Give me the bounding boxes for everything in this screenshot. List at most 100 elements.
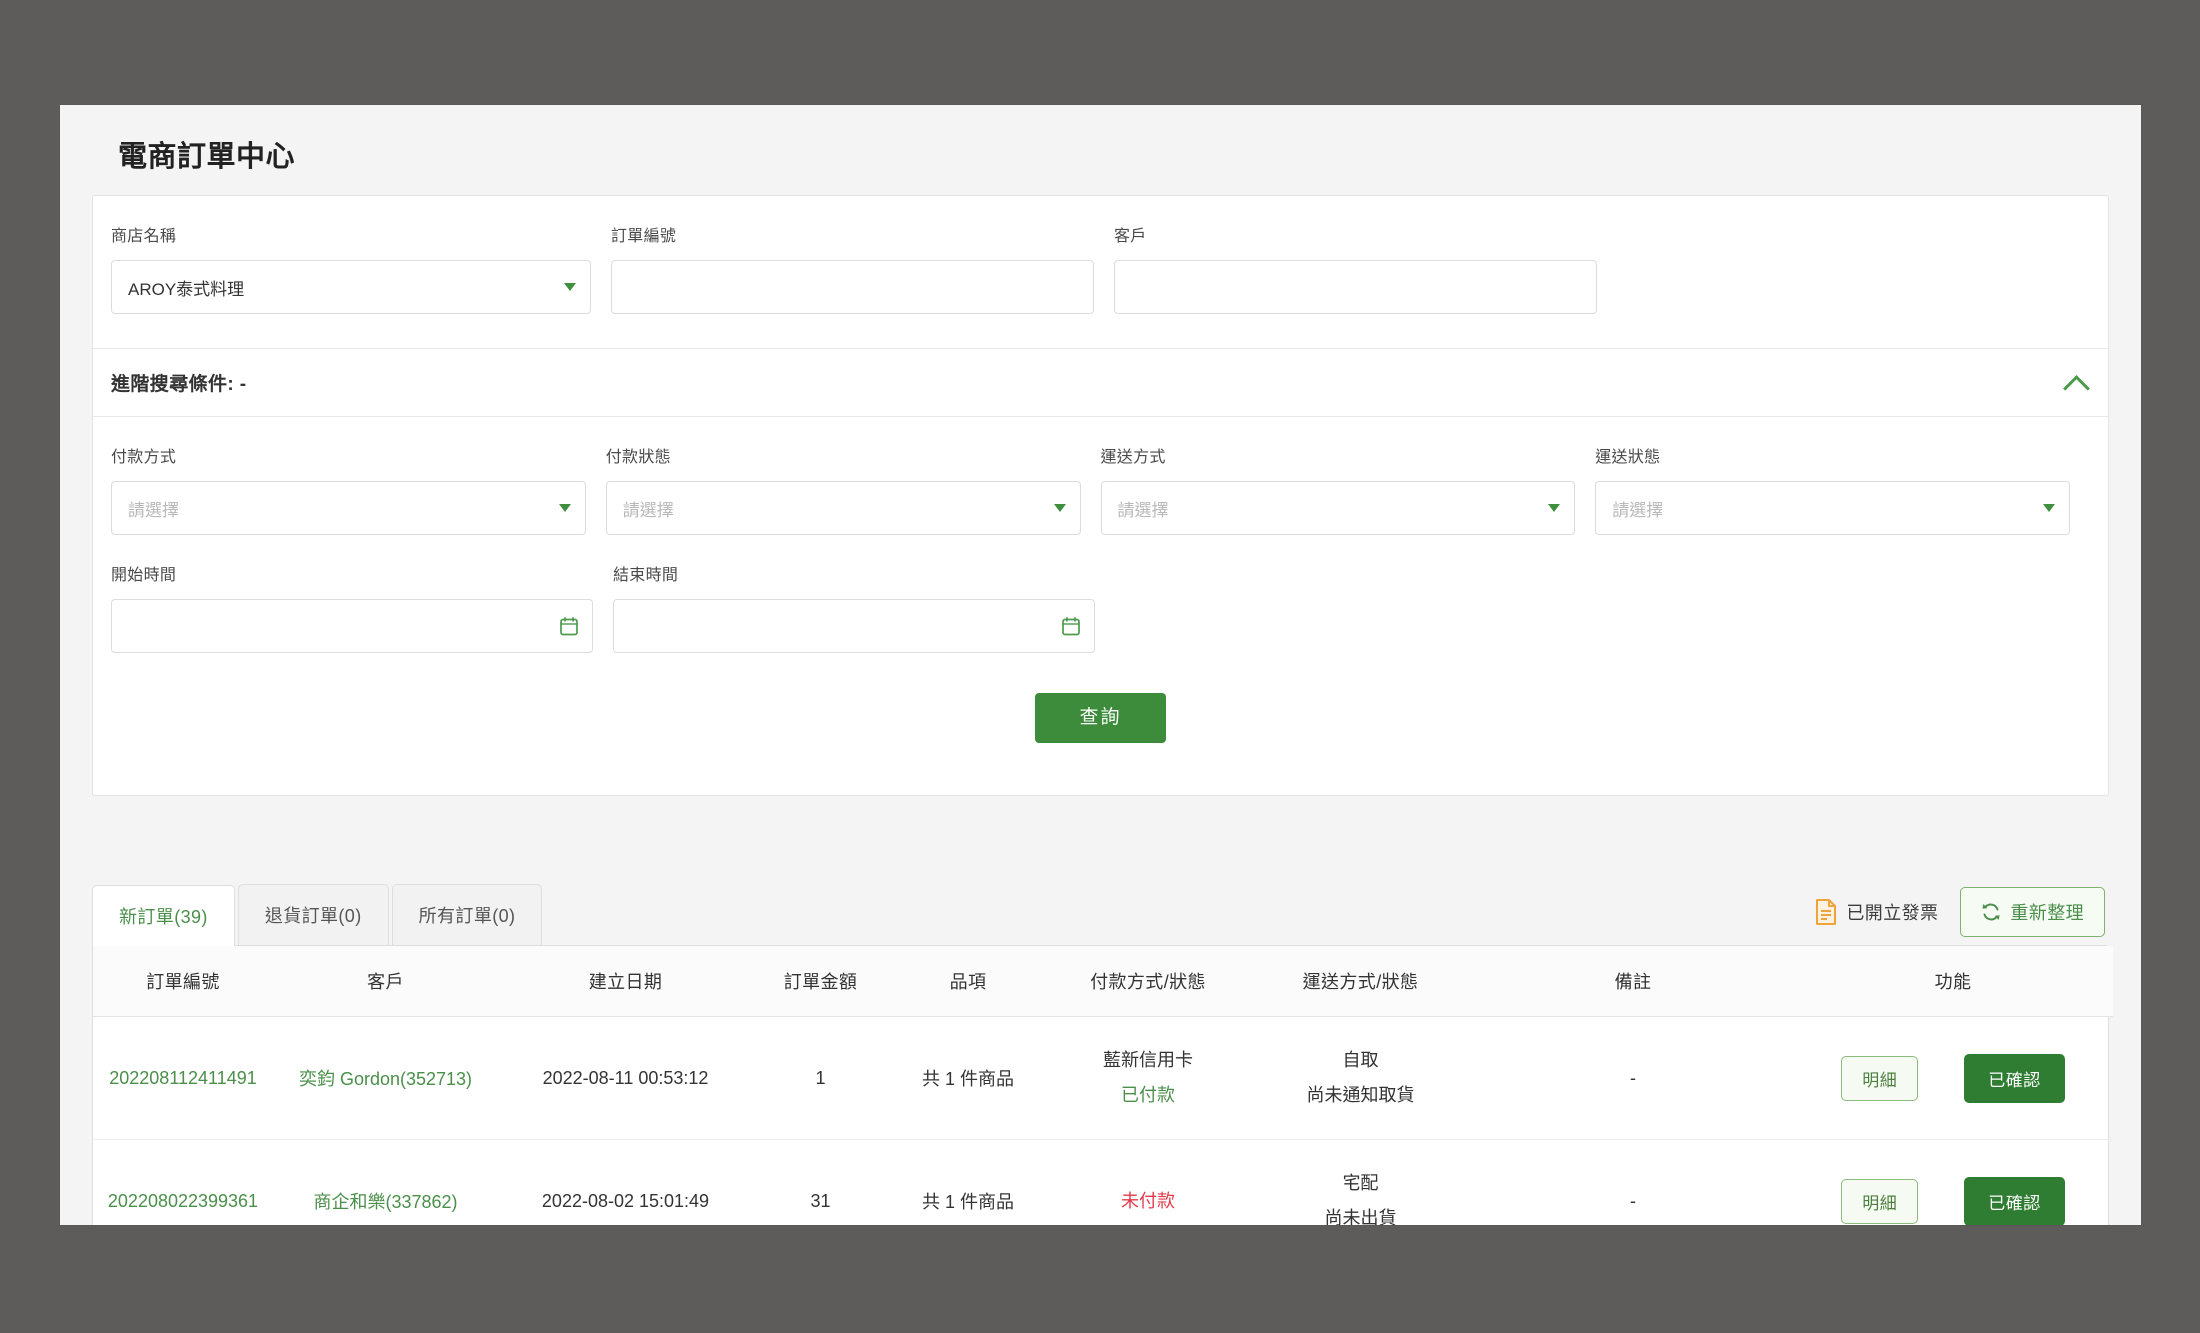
- advanced-search-body: 付款方式 請選擇 付款狀態 請選擇 運送方式 請選擇 運送狀態 請選擇 開始時間…: [93, 416, 2108, 795]
- field-end-time: 結束時間: [613, 561, 1095, 653]
- chevron-down-icon: [564, 283, 576, 291]
- cell-shipping: 宅配 尚未出貨: [1248, 1139, 1473, 1225]
- orders-tabs: 新訂單(39) 退貨訂單(0) 所有訂單(0): [92, 884, 545, 946]
- chevron-up-icon[interactable]: [2064, 370, 2090, 396]
- field-label-shipping-method: 運送方式: [1100, 449, 1166, 466]
- calendar-icon[interactable]: [1062, 617, 1080, 636]
- cell-payment: 未付款: [1048, 1139, 1248, 1225]
- shipping-method: 自取: [1342, 1050, 1379, 1070]
- cell-created-date: 2022-08-11 00:53:12: [498, 1016, 753, 1141]
- calendar-icon[interactable]: [560, 617, 578, 636]
- cell-order-no: 202208112411491: [93, 1016, 273, 1141]
- field-label-customer: 客戶: [1114, 228, 1147, 245]
- detail-button[interactable]: 明細: [1841, 1178, 1919, 1224]
- shipping-method-select[interactable]: 請選擇: [1100, 481, 1576, 535]
- field-label-payment-status: 付款狀態: [605, 449, 671, 466]
- start-time-input[interactable]: [111, 599, 593, 653]
- customer-input[interactable]: [1114, 260, 1597, 314]
- col-order-no: 訂單編號: [93, 946, 273, 1017]
- field-label-order-no: 訂單編號: [611, 228, 677, 245]
- chevron-down-icon: [1548, 504, 1561, 512]
- order-no-link[interactable]: 202208022399361: [108, 1191, 258, 1211]
- cell-shipping: 自取 尚未通知取貨: [1248, 1016, 1473, 1141]
- col-note: 備註: [1473, 946, 1793, 1017]
- field-order-no: 訂單編號: [611, 222, 1094, 314]
- col-customer: 客戶: [273, 946, 498, 1017]
- cell-note: -: [1473, 1139, 1793, 1225]
- orders-toolbar: 已開立發票 重新整理: [1815, 887, 2105, 945]
- field-store-name: 商店名稱 AROY泰式料理: [111, 222, 591, 314]
- col-amount: 訂單金額: [753, 946, 888, 1017]
- cell-customer: 商企和樂(337862): [273, 1139, 498, 1225]
- tab-new-orders[interactable]: 新訂單(39): [92, 885, 235, 946]
- shipping-status: 尚未出貨: [1324, 1208, 1397, 1225]
- field-payment-method: 付款方式 請選擇: [111, 443, 586, 535]
- table-row: 202208112411491 奕鈞 Gordon(352713) 2022-0…: [93, 1016, 2113, 1141]
- payment-method: 藍新信用卡: [1103, 1050, 1193, 1070]
- table-row: 202208022399361 商企和樂(337862) 2022-08-02 …: [93, 1139, 2113, 1225]
- cell-actions: 明細 已確認: [1793, 1139, 2113, 1225]
- detail-button[interactable]: 明細: [1841, 1055, 1919, 1101]
- cell-note: -: [1473, 1016, 1793, 1141]
- chevron-down-icon: [558, 504, 571, 512]
- store-name-value: AROY泰式料理: [128, 279, 245, 299]
- orders-table-head: 訂單編號 客戶 建立日期 訂單金額 品項 付款方式/狀態 運送方式/狀態 備註 …: [93, 946, 2113, 1017]
- field-label-start-time: 開始時間: [111, 567, 177, 584]
- field-customer: 客戶: [1114, 222, 1597, 314]
- payment-status: 未付款: [1121, 1190, 1175, 1211]
- refresh-button[interactable]: 重新整理: [1960, 887, 2105, 937]
- payment-method-placeholder: 請選擇: [128, 500, 179, 520]
- field-label-end-time: 結束時間: [613, 567, 679, 584]
- cell-items: 共 1 件商品: [888, 1139, 1048, 1225]
- tab-return-orders[interactable]: 退貨訂單(0): [237, 884, 389, 945]
- order-no-link[interactable]: 202208112411491: [109, 1068, 257, 1088]
- shipping-method: 宅配: [1342, 1173, 1379, 1194]
- field-shipping-method: 運送方式 請選擇: [1100, 443, 1576, 535]
- tab-all-orders[interactable]: 所有訂單(0): [391, 884, 543, 945]
- payment-status-placeholder: 請選擇: [622, 500, 674, 520]
- field-shipping-status: 運送狀態 請選擇: [1595, 443, 2070, 535]
- cell-created-date: 2022-08-02 15:01:49: [498, 1139, 753, 1225]
- col-actions: 功能: [1793, 946, 2113, 1017]
- customer-link[interactable]: 商企和樂(337862): [313, 1192, 457, 1212]
- advanced-search-title: 進階搜尋條件: -: [111, 374, 247, 395]
- col-payment: 付款方式/狀態: [1048, 946, 1248, 1017]
- desktop-background: 電商訂單中心 商店名稱 AROY泰式料理 訂單編號 客戶 進階搜尋條件: - 付…: [0, 0, 2200, 1333]
- date-filters-row: 開始時間 結束時間: [111, 561, 2090, 653]
- orders-tabs-row: 新訂單(39) 退貨訂單(0) 所有訂單(0) 已開立發票 重新整理: [92, 884, 2109, 946]
- shipping-status: 尚未通知取貨: [1306, 1085, 1415, 1106]
- customer-link[interactable]: 奕鈞 Gordon(352713): [299, 1069, 472, 1089]
- cell-order-no: 202208022399361: [93, 1139, 273, 1225]
- issued-invoice-link[interactable]: 已開立發票: [1815, 899, 1938, 925]
- field-start-time: 開始時間: [111, 561, 593, 653]
- cell-amount: 31: [753, 1139, 888, 1225]
- invoice-document-icon: [1816, 899, 1837, 925]
- confirm-button[interactable]: 已確認: [1964, 1053, 2065, 1103]
- issued-invoice-label: 已開立發票: [1846, 903, 1939, 923]
- cell-customer: 奕鈞 Gordon(352713): [273, 1016, 498, 1141]
- payment-method-select[interactable]: 請選擇: [111, 481, 586, 535]
- page-title: 電商訂單中心: [118, 141, 296, 173]
- search-submit-button[interactable]: 查詢: [1035, 693, 1166, 743]
- orders-table-body: 202208112411491 奕鈞 Gordon(352713) 2022-0…: [93, 1016, 2113, 1225]
- refresh-icon: [1982, 903, 2000, 921]
- chevron-down-icon: [1053, 504, 1066, 512]
- basic-search-row: 商店名稱 AROY泰式料理 訂單編號 客戶: [93, 196, 2108, 348]
- refresh-label: 重新整理: [2010, 903, 2084, 923]
- order-no-input[interactable]: [611, 260, 1094, 314]
- cell-amount: 1: [753, 1016, 888, 1141]
- chevron-down-icon: [2043, 504, 2055, 512]
- advanced-search-header[interactable]: 進階搜尋條件: -: [93, 348, 2108, 416]
- search-panel: 商店名稱 AROY泰式料理 訂單編號 客戶 進階搜尋條件: - 付款方式 請選擇…: [92, 195, 2109, 796]
- shipping-status-select[interactable]: 請選擇: [1595, 481, 2070, 535]
- col-shipping: 運送方式/狀態: [1248, 946, 1473, 1017]
- store-name-select[interactable]: AROY泰式料理: [111, 260, 591, 314]
- cell-items: 共 1 件商品: [888, 1016, 1048, 1141]
- field-label-payment-method: 付款方式: [111, 449, 177, 466]
- confirm-button[interactable]: 已確認: [1964, 1176, 2065, 1225]
- browser-viewport: 電商訂單中心 商店名稱 AROY泰式料理 訂單編號 客戶 進階搜尋條件: - 付…: [60, 105, 2141, 1225]
- end-time-input[interactable]: [613, 599, 1095, 653]
- payment-status-select[interactable]: 請選擇: [605, 481, 1081, 535]
- field-payment-status: 付款狀態 請選擇: [605, 443, 1081, 535]
